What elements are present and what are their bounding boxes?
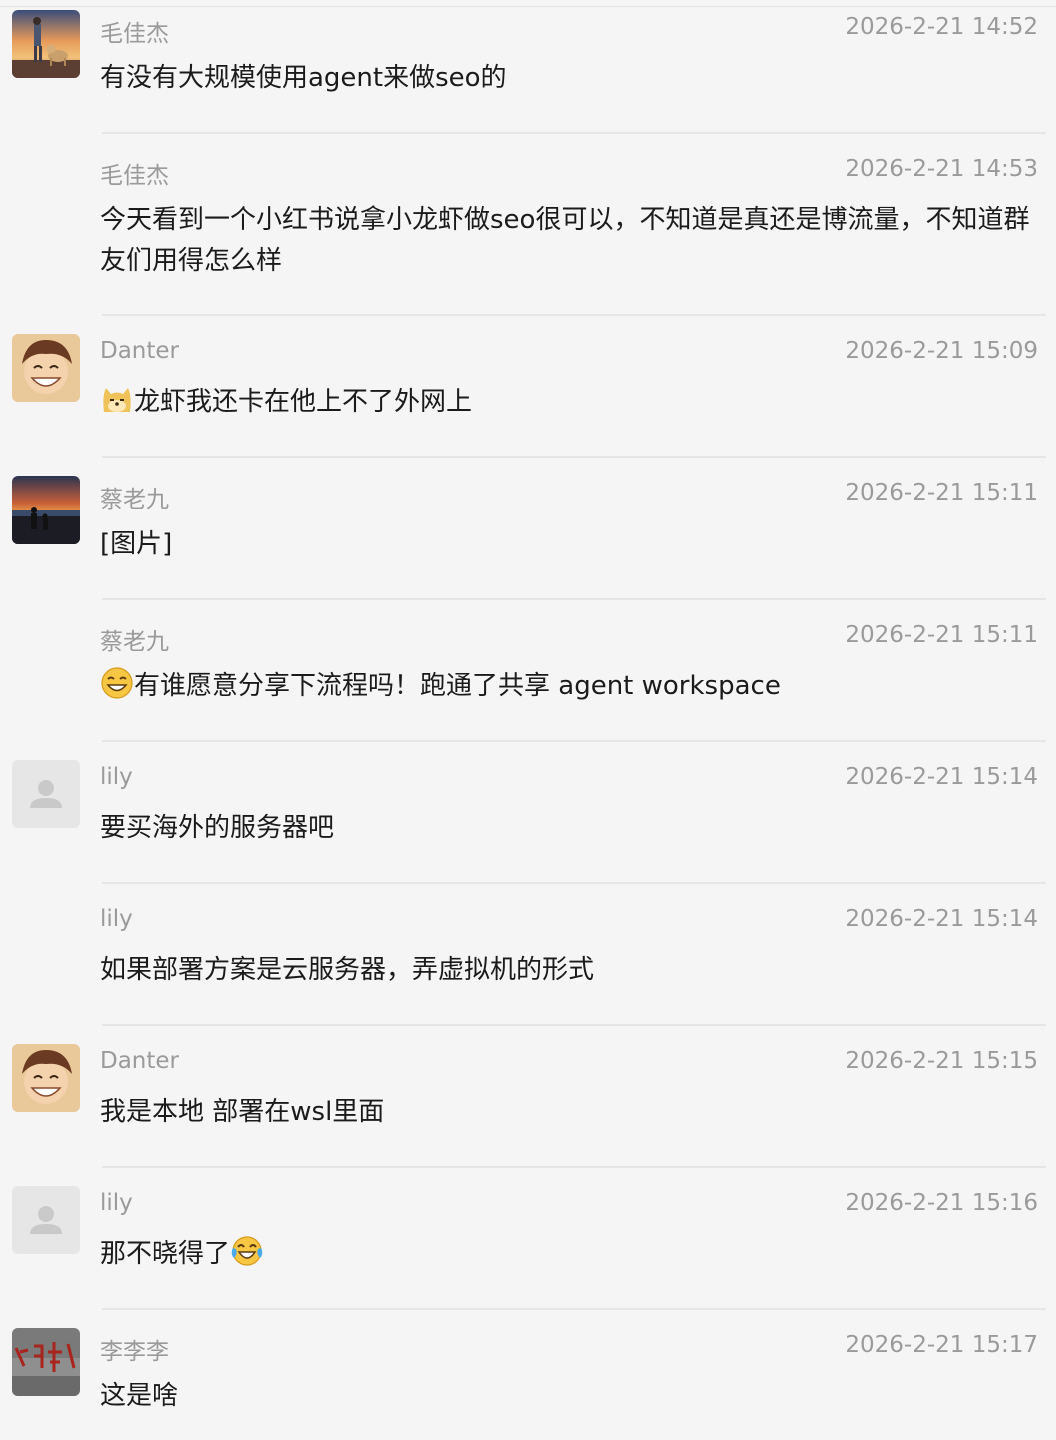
- sender-name[interactable]: Danter: [100, 1048, 179, 1074]
- chat-history-panel: 毛佳杰 2026-2-21 14:52 有没有大规模使用agent来做seo的 …: [0, 0, 1056, 1440]
- sender-name[interactable]: 毛佳杰: [100, 156, 169, 190]
- message-timestamp: 2026-2-21 14:53: [845, 156, 1038, 182]
- sender-name[interactable]: Danter: [100, 338, 179, 364]
- message-divider: [102, 1166, 1046, 1168]
- message-text-container: 那不晓得了: [100, 1234, 1030, 1275]
- message-divider: [102, 314, 1046, 316]
- message-divider: [102, 740, 1046, 742]
- message-item[interactable]: Danter 2026-2-21 15:09 龙虾我还卡在他上不了外网上: [0, 324, 1056, 464]
- message-item[interactable]: Danter 2026-2-21 15:15 我是本地 部署在wsl里面: [0, 1034, 1056, 1174]
- message-item[interactable]: lily 2026-2-21 15:14 如果部署方案是云服务器，弄虚拟机的形式: [0, 892, 1056, 1032]
- message-text: 有谁愿意分享下流程吗！跑通了共享 agent workspace: [134, 671, 781, 701]
- message-item[interactable]: 毛佳杰 2026-2-21 14:52 有没有大规模使用agent来做seo的: [0, 0, 1056, 140]
- tears-of-joy-emoji-icon: [230, 1234, 264, 1268]
- message-timestamp: 2026-2-21 15:14: [845, 764, 1038, 790]
- message-item[interactable]: lily 2026-2-21 15:14 要买海外的服务器吧: [0, 750, 1056, 890]
- message-divider: [102, 882, 1046, 884]
- message-timestamp: 2026-2-21 15:17: [845, 1332, 1038, 1358]
- sender-name[interactable]: 蔡老九: [100, 480, 169, 514]
- sunset-dog-avatar[interactable]: [12, 10, 80, 78]
- sender-name[interactable]: lily: [100, 1190, 133, 1216]
- message-text: 有没有大规模使用agent来做seo的: [100, 63, 507, 93]
- message-divider: [102, 1024, 1046, 1026]
- calligraphy-avatar[interactable]: [12, 1328, 80, 1396]
- message-text: 要买海外的服务器吧: [100, 813, 335, 843]
- sender-name[interactable]: 毛佳杰: [100, 14, 169, 48]
- doge-emoji-icon: [100, 382, 134, 416]
- message-text: 这是啥: [100, 1381, 179, 1411]
- message-timestamp: 2026-2-21 15:15: [845, 1048, 1038, 1074]
- sender-name[interactable]: lily: [100, 764, 133, 790]
- message-divider: [102, 132, 1046, 134]
- message-timestamp: 2026-2-21 15:14: [845, 906, 1038, 932]
- grin-emoji-icon: [100, 666, 134, 700]
- message-timestamp: 2026-2-21 15:11: [845, 480, 1038, 506]
- message-item[interactable]: 蔡老九 2026-2-21 15:11 [图片]: [0, 466, 1056, 606]
- message-text: 龙虾我还卡在他上不了外网上: [134, 387, 473, 417]
- sender-name[interactable]: 蔡老九: [100, 622, 169, 656]
- smiling-boy-avatar[interactable]: [12, 1044, 80, 1112]
- sender-name[interactable]: 李李李: [100, 1332, 169, 1366]
- message-text[interactable]: [图片]: [100, 524, 1030, 565]
- sender-name[interactable]: lily: [100, 906, 133, 932]
- message-text-container: 有谁愿意分享下流程吗！跑通了共享 agent workspace: [100, 666, 1030, 707]
- default-user-avatar[interactable]: [12, 1186, 80, 1254]
- message-timestamp: 2026-2-21 15:09: [845, 338, 1038, 364]
- message-timestamp: 2026-2-21 14:52: [845, 14, 1038, 40]
- message-item[interactable]: 李李李 2026-2-21 15:17 这是啥: [0, 1318, 1056, 1440]
- message-divider: [102, 598, 1046, 600]
- message-item[interactable]: 毛佳杰 2026-2-21 14:53 今天看到一个小红书说拿小龙虾做seo很可…: [0, 142, 1056, 322]
- message-timestamp: 2026-2-21 15:16: [845, 1190, 1038, 1216]
- message-item[interactable]: 蔡老九 2026-2-21 15:11 有谁愿意分享下流程吗！跑通了共享 age…: [0, 608, 1056, 748]
- smiling-boy-avatar[interactable]: [12, 334, 80, 402]
- message-item[interactable]: lily 2026-2-21 15:16 那不晓得了: [0, 1176, 1056, 1316]
- message-divider: [102, 1308, 1046, 1310]
- message-timestamp: 2026-2-21 15:11: [845, 622, 1038, 648]
- message-text: 今天看到一个小红书说拿小龙虾做seo很可以，不知道是真还是博流量，不知道群友们用…: [100, 205, 1030, 276]
- default-user-avatar[interactable]: [12, 760, 80, 828]
- message-text: 如果部署方案是云服务器，弄虚拟机的形式: [100, 955, 595, 985]
- message-text: 我是本地 部署在wsl里面: [100, 1097, 385, 1127]
- message-text: 那不晓得了: [100, 1239, 231, 1269]
- message-divider: [102, 456, 1046, 458]
- message-text-container: 龙虾我还卡在他上不了外网上: [100, 382, 1030, 423]
- sunset-silhouette-avatar[interactable]: [12, 476, 80, 544]
